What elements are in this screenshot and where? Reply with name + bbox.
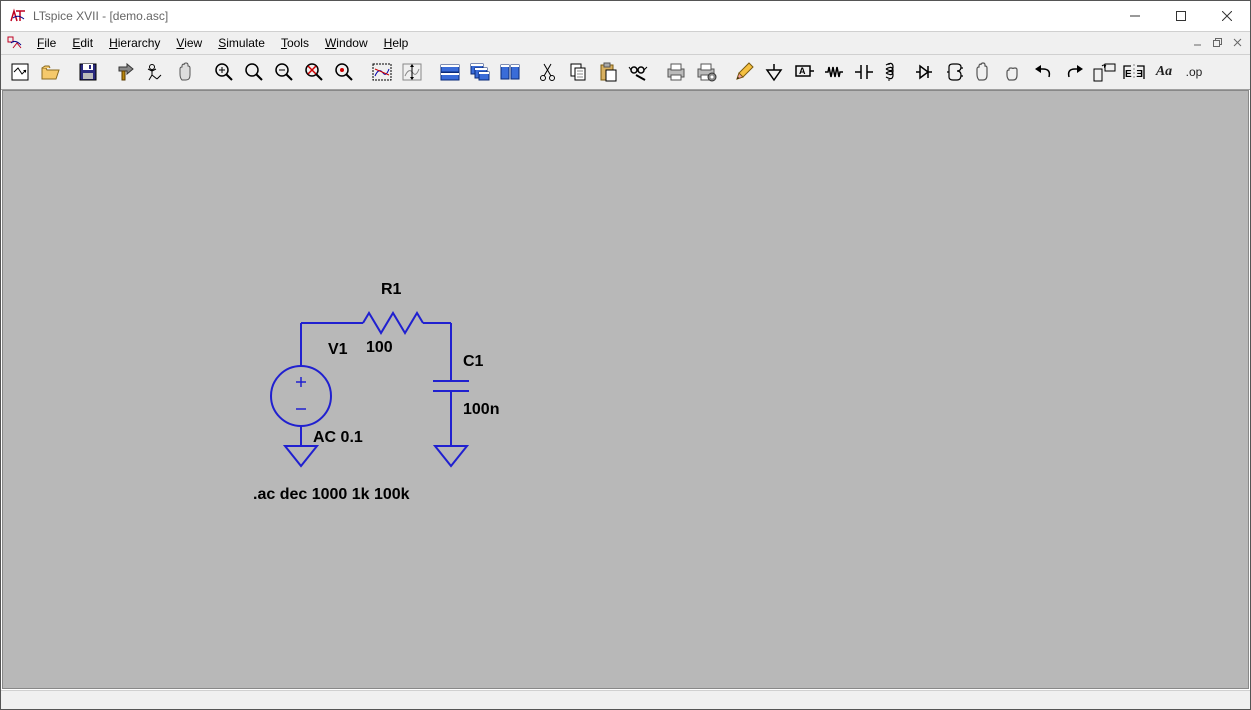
ground-button[interactable] — [759, 58, 789, 86]
window-title: LTspice XVII - [demo.asc] — [33, 9, 168, 23]
diode-button[interactable] — [909, 58, 939, 86]
save-button[interactable] — [73, 58, 103, 86]
move-button[interactable] — [969, 58, 999, 86]
app-icon — [9, 7, 27, 25]
draw-wire-button[interactable] — [729, 58, 759, 86]
paste-button[interactable] — [593, 58, 623, 86]
capacitor-value-label[interactable]: 100n — [463, 401, 499, 419]
maximize-button[interactable] — [1158, 1, 1204, 31]
undo-button[interactable] — [1029, 58, 1059, 86]
redo-button[interactable] — [1059, 58, 1089, 86]
spice-directive-button[interactable]: .op — [1179, 58, 1209, 86]
autorange-y-button[interactable] — [397, 58, 427, 86]
mdi-restore-button[interactable] — [1208, 34, 1228, 52]
menu-simulate[interactable]: Simulate — [210, 34, 273, 52]
control-panel-button[interactable] — [111, 58, 141, 86]
zoom-out-button[interactable] — [269, 58, 299, 86]
toolbar: A EE Aa .op — [1, 55, 1250, 90]
minimize-button[interactable] — [1112, 1, 1158, 31]
svg-text:A: A — [799, 66, 806, 76]
zoom-extents-button[interactable] — [299, 58, 329, 86]
menu-tools[interactable]: Tools — [273, 34, 317, 52]
vsource-value-label[interactable]: AC 0.1 — [313, 429, 363, 447]
open-button[interactable] — [35, 58, 65, 86]
mdi-close-button[interactable] — [1228, 34, 1248, 52]
inductor-button[interactable] — [879, 58, 909, 86]
component-button[interactable] — [939, 58, 969, 86]
menu-file[interactable]: File — [29, 34, 64, 52]
close-all-windows-button[interactable] — [495, 58, 525, 86]
copy-button[interactable] — [563, 58, 593, 86]
mdi-controls — [1188, 34, 1248, 52]
cascade-windows-button[interactable] — [465, 58, 495, 86]
zoom-in-button[interactable] — [209, 58, 239, 86]
new-schematic-button[interactable] — [5, 58, 35, 86]
menu-bar: File Edit Hierarchy View Simulate Tools … — [1, 32, 1250, 55]
title-bar: LTspice XVII - [demo.asc] — [1, 1, 1250, 32]
status-bar — [1, 690, 1250, 709]
mdi-system-icon[interactable] — [7, 35, 23, 51]
mirror-button[interactable]: EE — [1119, 58, 1149, 86]
schematic-drawing — [3, 91, 1249, 689]
tile-windows-button[interactable] — [435, 58, 465, 86]
app-window: LTspice XVII - [demo.asc] File Edit Hier… — [0, 0, 1251, 710]
autorange-button[interactable] — [329, 58, 359, 86]
run-button[interactable] — [141, 58, 171, 86]
capacitor-name-label[interactable]: C1 — [463, 353, 483, 371]
label-net-button[interactable]: A — [789, 58, 819, 86]
close-button[interactable] — [1204, 1, 1250, 31]
menu-hierarchy[interactable]: Hierarchy — [101, 34, 168, 52]
resistor-name-label[interactable]: R1 — [381, 281, 401, 299]
svg-text:E: E — [1125, 69, 1132, 80]
menu-window[interactable]: Window — [317, 34, 376, 52]
print-setup-button[interactable] — [691, 58, 721, 86]
pan-button[interactable] — [239, 58, 269, 86]
menu-edit[interactable]: Edit — [64, 34, 101, 52]
rotate-button[interactable] — [1089, 58, 1119, 86]
pick-visible-traces-button[interactable] — [367, 58, 397, 86]
text-annotation-label: Aa — [1154, 64, 1174, 80]
spice-directive-label: .op — [1184, 65, 1205, 79]
spice-directive-text[interactable]: .ac dec 1000 1k 100k — [253, 486, 410, 504]
find-button[interactable] — [623, 58, 653, 86]
drag-button[interactable] — [999, 58, 1029, 86]
capacitor-button[interactable] — [849, 58, 879, 86]
menu-view[interactable]: View — [168, 34, 210, 52]
schematic-canvas[interactable]: R1 100 C1 100n V1 AC 0.1 .ac dec 1000 1k… — [2, 90, 1249, 689]
text-annotation-button[interactable]: Aa — [1149, 58, 1179, 86]
print-button[interactable] — [661, 58, 691, 86]
svg-text:E: E — [1136, 69, 1143, 80]
mdi-minimize-button[interactable] — [1188, 34, 1208, 52]
cut-button[interactable] — [533, 58, 563, 86]
halt-button[interactable] — [171, 58, 201, 86]
vsource-name-label[interactable]: V1 — [328, 341, 348, 359]
resistor-value-label[interactable]: 100 — [366, 339, 393, 357]
resistor-button[interactable] — [819, 58, 849, 86]
menu-help[interactable]: Help — [376, 34, 417, 52]
